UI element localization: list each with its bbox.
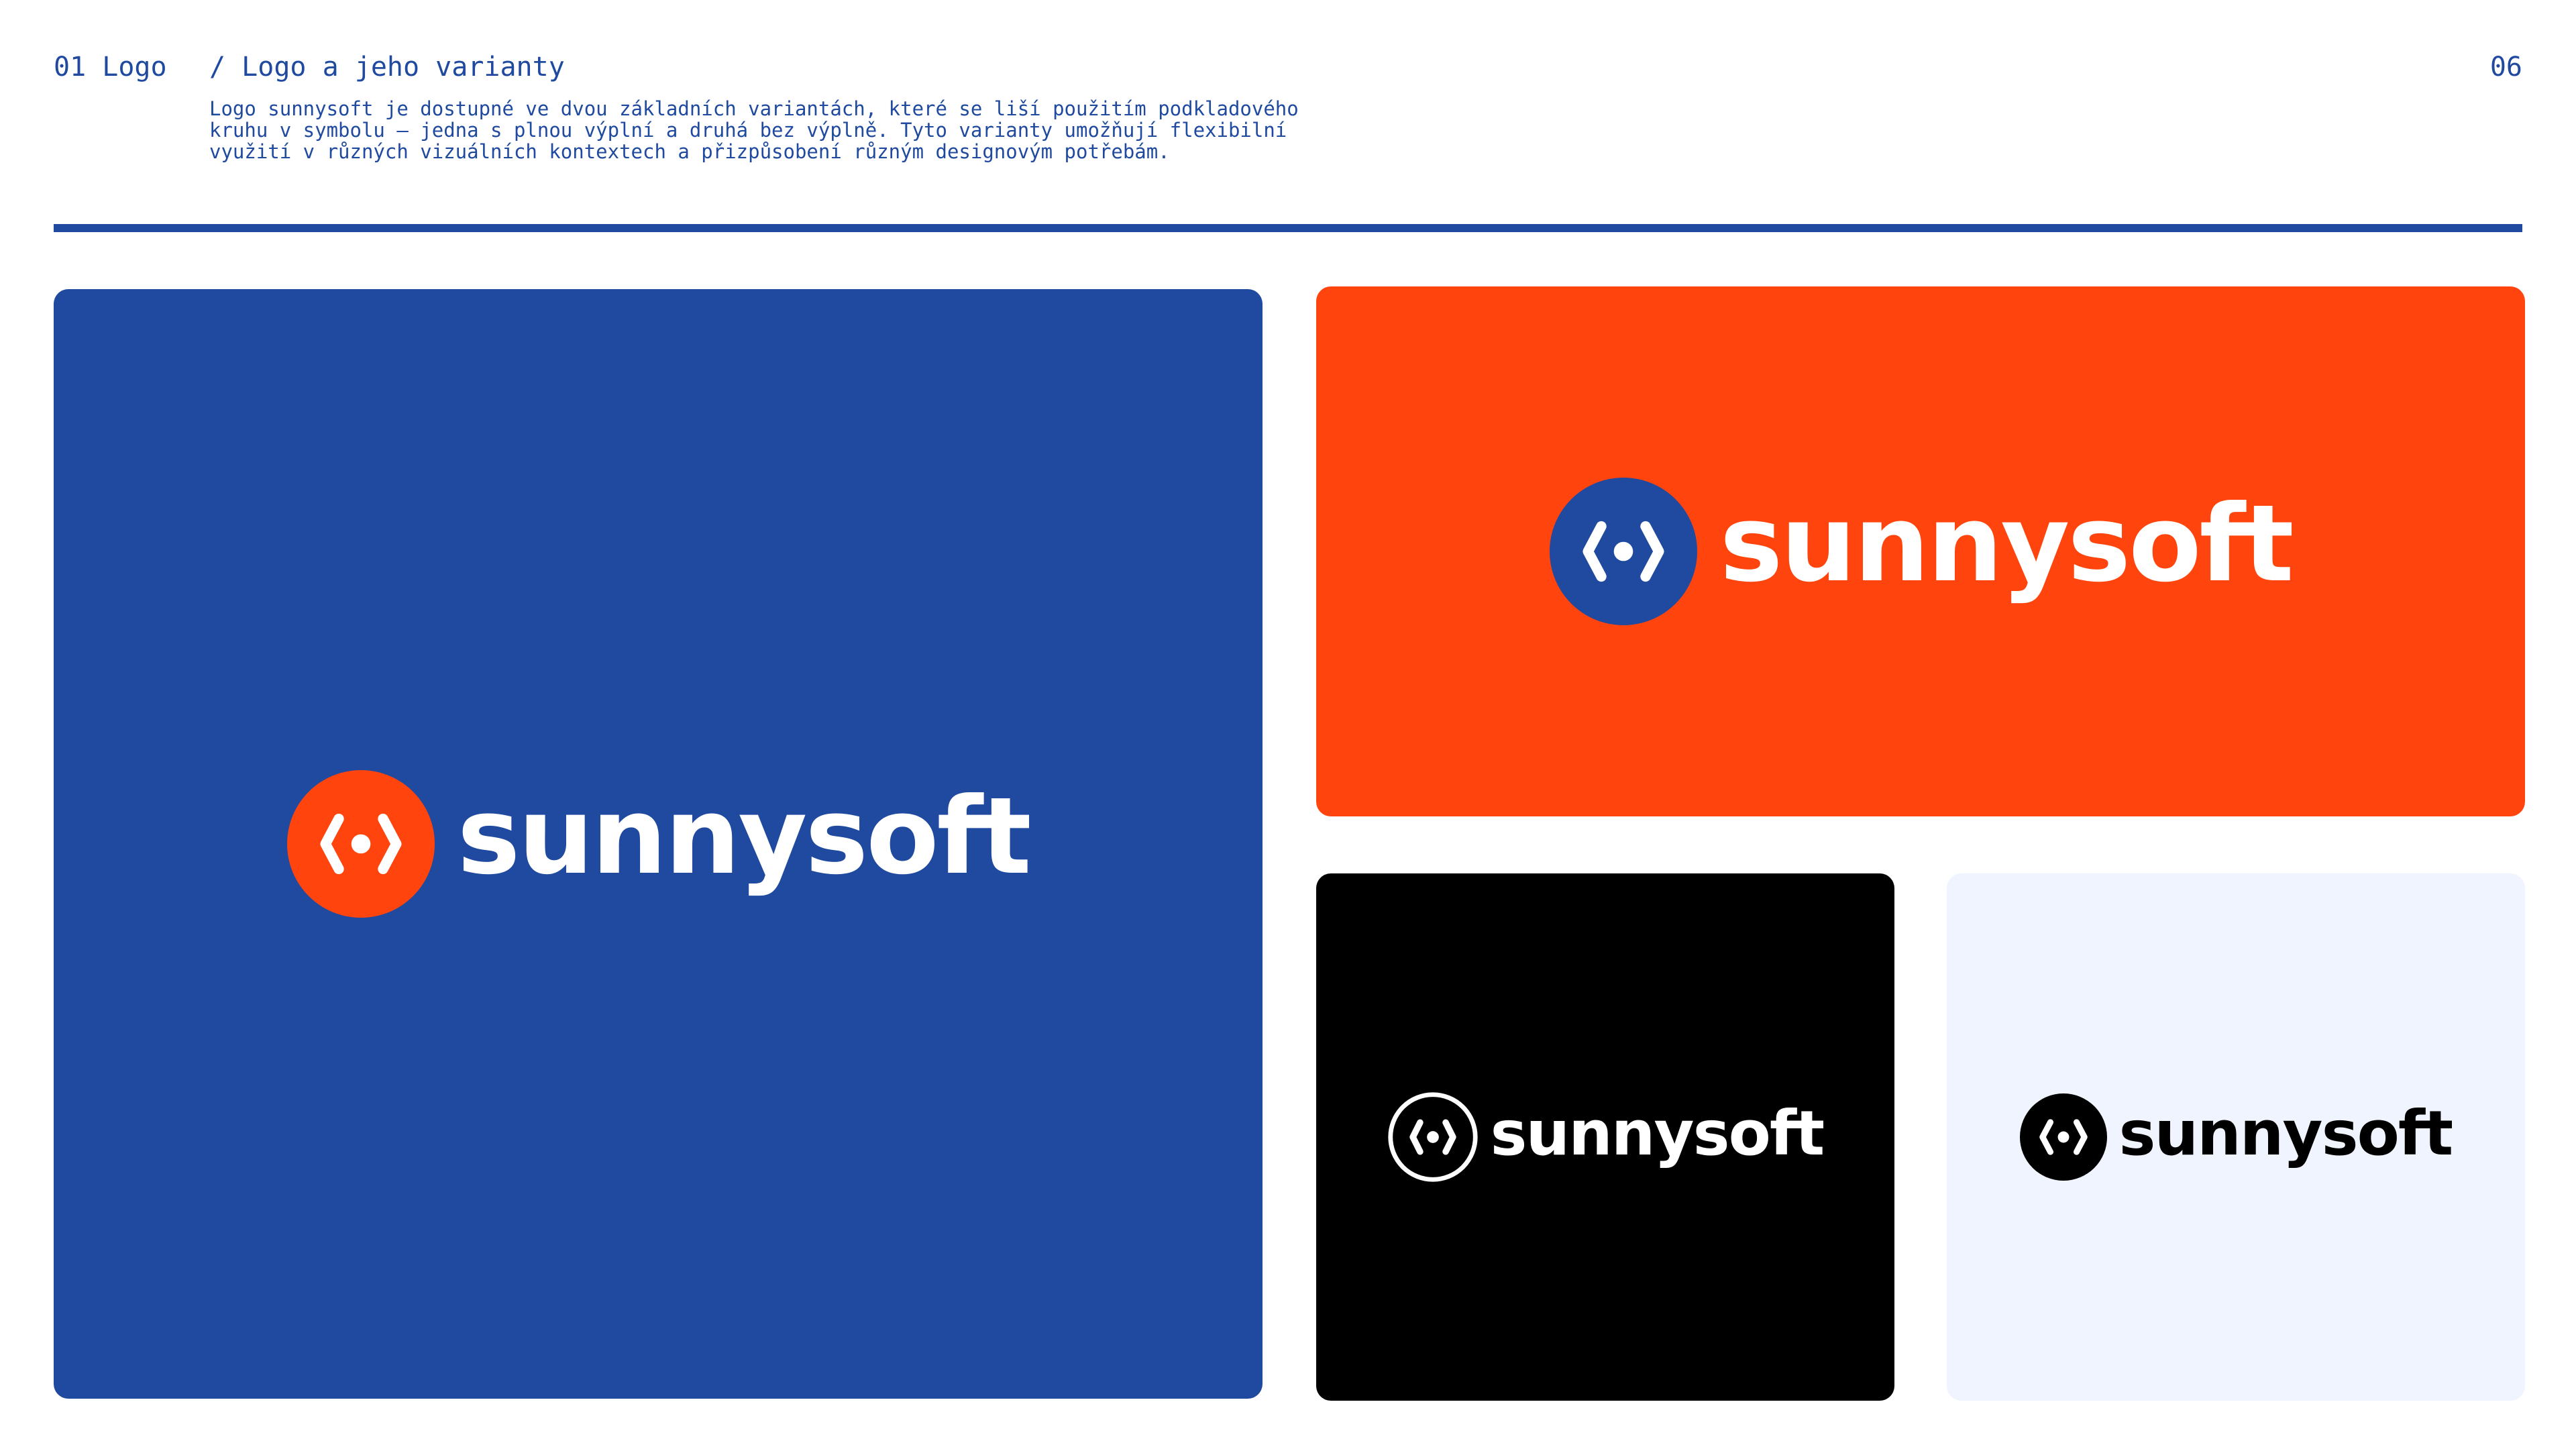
logo-wordmark: sunnysoft — [457, 775, 1032, 898]
sunnysoft-symbol-icon — [2019, 1093, 2107, 1181]
header-divider — [54, 224, 2522, 232]
sunnysoft-symbol-icon — [1549, 478, 1697, 625]
logo-variant-orange-panel: sunnysoft — [1316, 286, 2525, 816]
logo-on-orange: sunnysoft — [1549, 478, 2294, 625]
section-number: 01 Logo — [54, 52, 167, 83]
logo-primary: sunnysoft — [286, 770, 1032, 918]
logo-outline-on-black: sunnysoft — [1387, 1091, 1825, 1183]
page-number: 06 — [2489, 52, 2522, 83]
logo-wordmark: sunnysoft — [2118, 1097, 2453, 1169]
section-title: / Logo a jeho varianty — [209, 52, 565, 83]
logo-wordmark: sunnysoft — [1490, 1097, 1825, 1169]
logo-variant-black-panel: sunnysoft — [1316, 873, 1894, 1401]
logo-variant-blue-panel: sunnysoft — [54, 289, 1263, 1399]
logo-wordmark: sunnysoft — [1719, 482, 2294, 606]
description-text: Logo sunnysoft je dostupné ve dvou zákla… — [209, 97, 1299, 163]
sunnysoft-symbol-outline-icon — [1388, 1092, 1478, 1182]
logo-on-light: sunnysoft — [2019, 1093, 2453, 1181]
sunnysoft-symbol-icon — [286, 770, 435, 918]
logo-variant-light-panel: sunnysoft — [1947, 873, 2525, 1401]
